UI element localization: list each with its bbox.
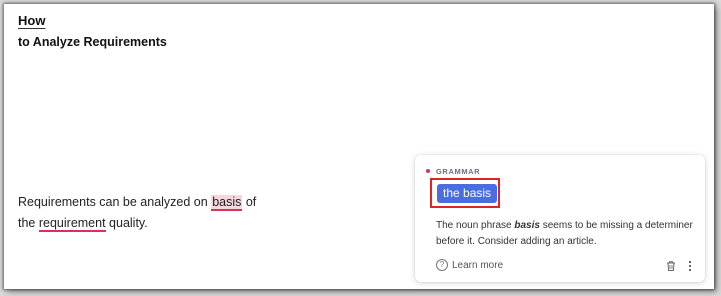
category-dot-icon xyxy=(426,169,430,173)
trash-icon[interactable] xyxy=(665,260,677,272)
suggestion-explanation: The noun phrase basis seems to be missin… xyxy=(436,218,698,250)
paragraph-text: Requirements can be analyzed on xyxy=(18,195,212,209)
suggestion-highlight-box: the basis xyxy=(430,178,500,208)
document-title-line-1[interactable]: How xyxy=(18,13,45,28)
paragraph-line-2: the requirement quality. xyxy=(18,213,256,234)
paragraph-text: quality. xyxy=(105,216,148,230)
document-paragraph[interactable]: Requirements can be analyzed on basis of… xyxy=(18,192,256,234)
category-label: GRAMMAR xyxy=(436,167,481,176)
suggestion-card: GRAMMAR the basis The noun phrase basis … xyxy=(415,155,705,282)
flagged-word-requirement[interactable]: requirement xyxy=(38,216,106,232)
explanation-emphasis: basis xyxy=(514,220,540,231)
paragraph-line-1: Requirements can be analyzed on basis of xyxy=(18,192,256,213)
explanation-text: The noun phrase xyxy=(436,220,515,231)
editor-window: How to Analyze Requirements Requirements… xyxy=(4,4,714,289)
accept-suggestion-button[interactable]: the basis xyxy=(437,184,498,203)
learn-more-label: Learn more xyxy=(452,259,504,271)
vertical-dots-icon[interactable] xyxy=(686,259,694,273)
paragraph-text: of xyxy=(242,195,257,209)
paragraph-text: the xyxy=(18,216,39,230)
question-circle-icon: ? xyxy=(436,259,448,271)
flagged-word-basis[interactable]: basis xyxy=(211,195,243,211)
learn-more-link[interactable]: ? Learn more xyxy=(436,259,503,271)
document-title-line-2[interactable]: to Analyze Requirements xyxy=(18,35,167,49)
